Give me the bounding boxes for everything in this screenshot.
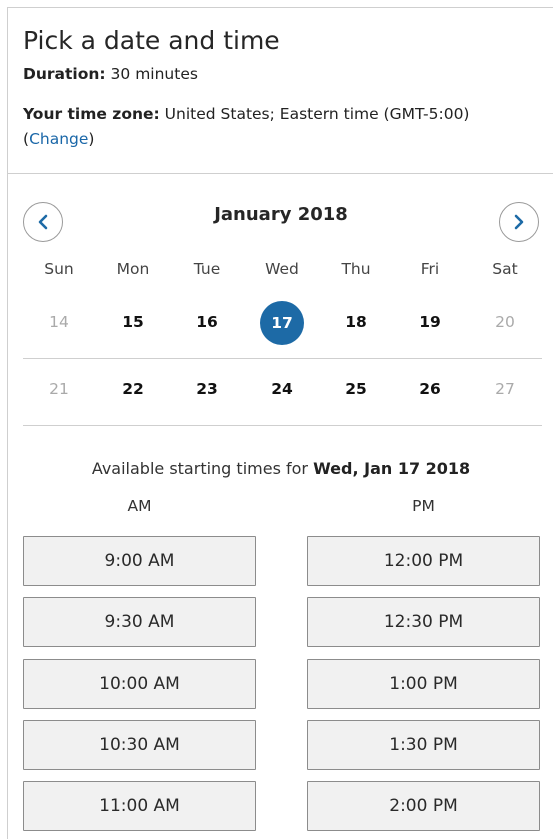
calendar-day: 14 bbox=[49, 313, 69, 331]
calendar-day[interactable]: 25 bbox=[319, 380, 393, 398]
calendar-day[interactable]: 15 bbox=[96, 313, 170, 331]
calendar-bottom-divider bbox=[23, 425, 542, 426]
calendar-day[interactable]: 19 bbox=[393, 313, 467, 331]
calendar-day[interactable]: 24 bbox=[245, 380, 319, 398]
time-slot-button[interactable]: 1:30 PM bbox=[307, 720, 540, 770]
time-slot-button[interactable]: 10:30 AM bbox=[23, 720, 256, 770]
header-section: Pick a date and time Duration: 30 minute… bbox=[8, 8, 553, 174]
weekday-wed: Wed bbox=[265, 260, 299, 278]
calendar-day[interactable]: 18 bbox=[319, 313, 393, 331]
weekday-mon: Mon bbox=[116, 260, 150, 278]
month-label: January 2018 bbox=[214, 204, 348, 225]
time-slot-button[interactable]: 12:30 PM bbox=[307, 597, 540, 647]
change-line: (Change) bbox=[23, 130, 94, 148]
calendar-day[interactable]: 23 bbox=[170, 380, 244, 398]
time-slot-button[interactable]: 12:00 PM bbox=[307, 536, 540, 586]
time-slot-button[interactable]: 2:00 PM bbox=[307, 781, 540, 831]
timezone-value: United States; Eastern time (GMT-5:00) bbox=[164, 105, 470, 123]
calendar-day[interactable]: 16 bbox=[170, 313, 244, 331]
next-month-button[interactable] bbox=[499, 202, 539, 242]
scheduler-panel: Pick a date and time Duration: 30 minute… bbox=[7, 7, 553, 839]
duration-value: 30 minutes bbox=[110, 65, 198, 83]
weekday-sat: Sat bbox=[492, 260, 518, 278]
available-date: Wed, Jan 17 2018 bbox=[313, 459, 471, 478]
duration-line: Duration: 30 minutes bbox=[23, 65, 198, 83]
page-title: Pick a date and time bbox=[23, 26, 280, 55]
weekday-thu: Thu bbox=[341, 260, 371, 278]
timezone-line: Your time zone: United States; Eastern t… bbox=[23, 105, 469, 123]
change-paren-close: ) bbox=[88, 130, 95, 148]
time-slot-button[interactable]: 9:30 AM bbox=[23, 597, 256, 647]
pm-column-header: PM bbox=[412, 497, 435, 515]
chevron-right-icon bbox=[514, 214, 524, 230]
calendar-day[interactable]: 22 bbox=[96, 380, 170, 398]
week-divider bbox=[23, 358, 542, 359]
weekday-fri: Fri bbox=[420, 260, 440, 278]
time-slot-button[interactable]: 1:00 PM bbox=[307, 659, 540, 709]
am-column-header: AM bbox=[127, 497, 152, 515]
time-slot-button[interactable]: 10:00 AM bbox=[23, 659, 256, 709]
weekday-sun: Sun bbox=[44, 260, 74, 278]
calendar-day[interactable]: 26 bbox=[393, 380, 467, 398]
weekday-tue: Tue bbox=[193, 260, 221, 278]
change-timezone-link[interactable]: Change bbox=[29, 130, 88, 148]
calendar-day-selected[interactable]: 17 bbox=[260, 301, 304, 345]
calendar-day: 27 bbox=[495, 380, 515, 398]
time-slot-button[interactable]: 9:00 AM bbox=[23, 536, 256, 586]
timezone-label: Your time zone: bbox=[23, 105, 160, 123]
calendar-day: 20 bbox=[495, 313, 515, 331]
duration-label: Duration: bbox=[23, 65, 106, 83]
available-prefix: Available starting times for bbox=[91, 459, 308, 478]
calendar-day: 21 bbox=[49, 380, 69, 398]
available-times-heading: Available starting times for Wed, Jan 17… bbox=[8, 459, 553, 478]
time-slot-button[interactable]: 11:00 AM bbox=[23, 781, 256, 831]
